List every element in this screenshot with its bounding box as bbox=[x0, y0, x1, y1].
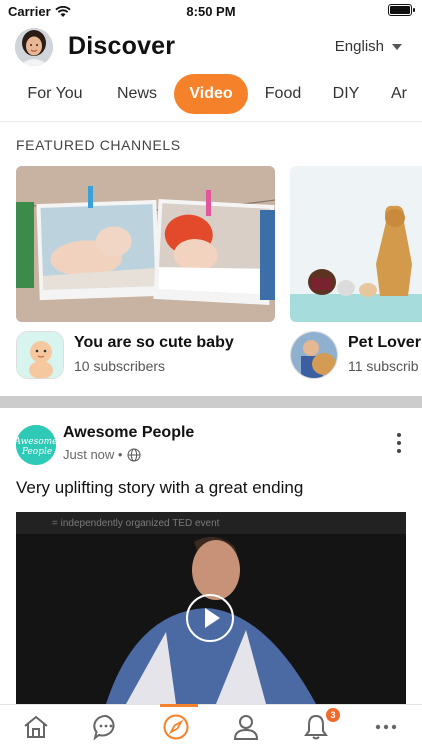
compass-icon bbox=[163, 714, 189, 740]
post-more-icon[interactable] bbox=[396, 433, 402, 453]
post-author-avatar[interactable]: Awesome People bbox=[16, 425, 56, 465]
home-icon bbox=[24, 715, 48, 738]
channel-subscribers-pets: 11 subscrib bbox=[348, 358, 419, 374]
chevron-down-icon bbox=[392, 43, 402, 50]
tab-food[interactable]: Food bbox=[255, 74, 311, 114]
chat-icon bbox=[93, 714, 115, 741]
baby-cartoon-icon bbox=[17, 332, 63, 378]
section-separator bbox=[0, 396, 422, 408]
channel-icon-baby[interactable] bbox=[16, 331, 64, 379]
bottom-nav: 3 bbox=[0, 704, 422, 750]
nav-chat[interactable] bbox=[92, 713, 122, 743]
notification-badge: 3 bbox=[326, 708, 340, 722]
video-bg-text: = independently organized TED event bbox=[52, 518, 220, 529]
tabs-divider bbox=[0, 121, 422, 122]
nav-notifications[interactable]: 3 bbox=[302, 708, 340, 743]
language-selector[interactable]: English bbox=[335, 38, 402, 55]
tab-diy[interactable]: DIY bbox=[322, 74, 370, 114]
page-title: Discover bbox=[68, 32, 176, 60]
tab-art[interactable]: Ar bbox=[383, 74, 422, 114]
tab-video[interactable]: Video bbox=[174, 74, 248, 114]
pets-photo-image bbox=[290, 166, 422, 322]
language-label: English bbox=[334, 38, 384, 55]
nav-profile[interactable] bbox=[232, 713, 262, 743]
avatar[interactable] bbox=[15, 28, 53, 66]
profile-icon bbox=[233, 715, 259, 740]
post-time: Just now • bbox=[63, 447, 123, 462]
post-text: Very uplifting story with a great ending bbox=[16, 478, 304, 497]
svg-text:Awesome: Awesome bbox=[16, 437, 56, 447]
channel-subscribers-baby: 10 subscribers bbox=[74, 358, 166, 374]
active-tab-indicator bbox=[160, 704, 198, 707]
nav-home[interactable] bbox=[22, 713, 52, 743]
globe-icon bbox=[127, 448, 141, 461]
channel-cover-pets[interactable] bbox=[290, 166, 422, 322]
tab-for-you[interactable]: For You bbox=[16, 74, 94, 114]
post-author-name[interactable]: Awesome People bbox=[63, 424, 194, 442]
status-bar: Carrier 8:50 PM bbox=[0, 0, 422, 22]
channel-cover-baby[interactable] bbox=[16, 166, 275, 322]
nav-discover[interactable] bbox=[162, 713, 192, 743]
svg-text:People: People bbox=[21, 447, 52, 457]
more-icon bbox=[375, 724, 397, 730]
baby-photos-image bbox=[16, 166, 275, 322]
post-meta: Just now • bbox=[63, 447, 141, 462]
user-photo-icon bbox=[15, 28, 53, 66]
header: Discover English bbox=[0, 26, 422, 70]
pet-owner-icon bbox=[291, 332, 337, 378]
play-icon[interactable] bbox=[186, 594, 234, 642]
nav-more[interactable] bbox=[372, 713, 402, 743]
status-time: 8:50 PM bbox=[186, 4, 236, 19]
tab-news[interactable]: News bbox=[106, 74, 168, 114]
battery-icon bbox=[388, 4, 415, 16]
channel-icon-pets[interactable] bbox=[290, 331, 338, 379]
channel-name-pets[interactable]: Pet Lover bbox=[348, 334, 421, 352]
featured-title: FEATURED CHANNELS bbox=[16, 137, 181, 153]
category-tabs: For You News Video Food DIY Ar bbox=[0, 74, 422, 114]
awesome-people-logo: Awesome People bbox=[16, 425, 56, 465]
channel-name-baby[interactable]: You are so cute baby bbox=[74, 334, 234, 352]
